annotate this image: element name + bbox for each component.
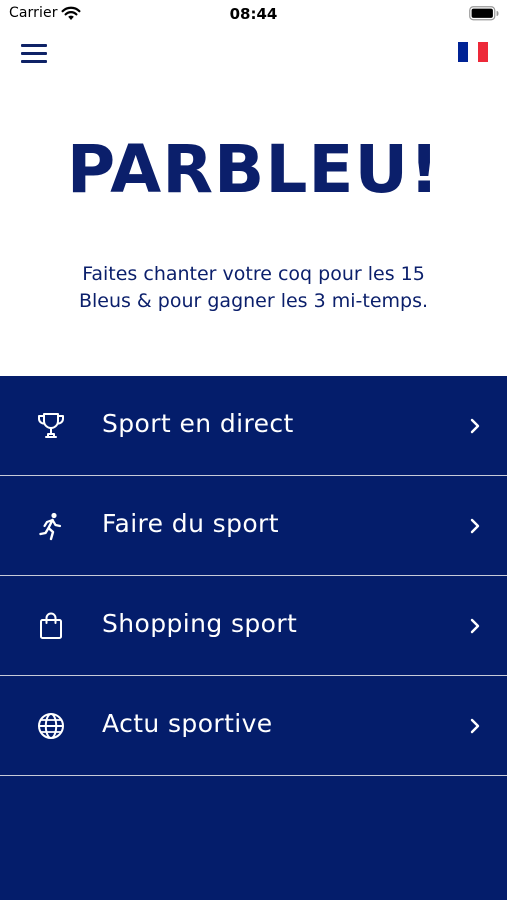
menu-item-actu-sportive[interactable]: Actu sportive (0, 676, 507, 776)
flag-stripe-red (478, 42, 488, 62)
menu-item-sport-en-direct[interactable]: Sport en direct (0, 376, 507, 476)
shopping-bag-icon (40, 612, 62, 639)
flag-france-icon[interactable] (458, 42, 488, 62)
chevron-right-icon (470, 518, 480, 534)
globe-icon (38, 713, 64, 739)
menu-item-label: Shopping sport (102, 609, 298, 638)
app-title: PARBLEU! (66, 131, 441, 208)
flag-stripe-blue (458, 42, 468, 62)
status-bar: Carrier 08:44 (0, 0, 507, 28)
menu-item-shopping-sport[interactable]: Shopping sport (0, 576, 507, 676)
hamburger-menu-icon[interactable] (18, 38, 50, 68)
menu-item-faire-du-sport[interactable]: Faire du sport (0, 476, 507, 576)
chevron-right-icon (470, 418, 480, 434)
flag-stripe-white (468, 42, 478, 62)
hero-subtitle: Faites chanter votre coq pour les 15 Ble… (78, 263, 429, 312)
main-menu: Sport en direct Faire du sport Shopping … (0, 376, 507, 900)
chevron-right-icon (470, 718, 480, 734)
menu-item-label: Faire du sport (102, 509, 279, 538)
status-time: 08:44 (229, 5, 278, 23)
chevron-right-icon (470, 618, 480, 634)
battery-icon (469, 6, 499, 21)
menu-item-label: Sport en direct (102, 409, 294, 438)
menu-item-label: Actu sportive (102, 709, 273, 738)
trophy-icon (38, 413, 64, 438)
running-person-icon (39, 512, 62, 541)
